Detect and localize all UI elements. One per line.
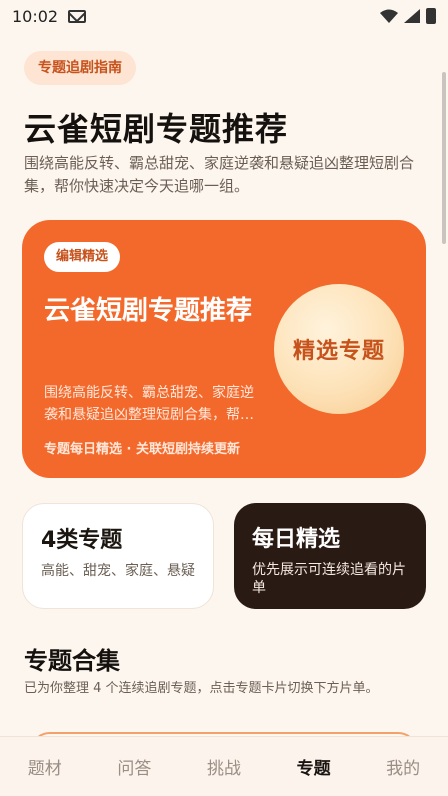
- stat-title: 4类专题: [41, 528, 123, 553]
- mail-icon: [68, 9, 87, 23]
- stat-subtitle: 高能、甜宠、家庭、悬疑: [41, 563, 195, 579]
- stat-card-daily[interactable]: 每日精选 优先展示可连续追看的片单: [234, 503, 426, 609]
- nav-tab-qa[interactable]: 问答: [90, 754, 180, 779]
- page-description: 围绕高能反转、霸总甜宠、家庭逆袭和悬疑追凶整理短剧合集，帮你快速决定今天追哪一组…: [24, 154, 415, 195]
- page-title: 云雀短剧专题推荐: [24, 110, 289, 148]
- featured-topic-circle[interactable]: 精选专题: [274, 284, 404, 414]
- signal-icon: [404, 9, 420, 23]
- hero-title: 云雀短剧专题推荐: [44, 296, 253, 326]
- status-icons: [380, 8, 436, 24]
- nav-tab-challenge[interactable]: 挑战: [179, 754, 269, 779]
- battery-icon: [426, 8, 436, 24]
- bottom-nav: 题材 问答 挑战 专题 我的: [0, 736, 448, 796]
- stat-subtitle: 优先展示可连续追看的片单: [252, 562, 406, 596]
- nav-tab-topics[interactable]: 专题: [269, 754, 359, 779]
- scrollbar[interactable]: [442, 72, 446, 244]
- wifi-icon: [380, 9, 398, 23]
- guide-chip: 专题追剧指南: [24, 51, 136, 85]
- stat-card-categories[interactable]: 4类专题 高能、甜宠、家庭、悬疑: [22, 503, 214, 609]
- status-time: 10:02: [12, 6, 59, 26]
- scroll-content[interactable]: 专题追剧指南 云雀短剧专题推荐 围绕高能反转、霸总甜宠、家庭逆袭和悬疑追凶整理短…: [0, 32, 448, 736]
- status-bar: 10:02: [0, 0, 448, 32]
- nav-tab-genre[interactable]: 题材: [0, 754, 90, 779]
- stat-title: 每日精选: [252, 527, 341, 552]
- section-title: 专题合集: [24, 647, 120, 675]
- section-description: 已为你整理 4 个连续追剧专题，点击专题卡片切换下方片单。: [24, 681, 379, 696]
- hero-footer: 专题每日精选 · 关联短剧持续更新: [44, 442, 240, 457]
- featured-topic-label: 精选专题: [292, 339, 385, 364]
- editor-pick-badge: 编辑精选: [44, 242, 121, 272]
- hero-description: 围绕高能反转、霸总甜宠、家庭逆袭和悬疑追凶整理短剧合集，帮你快速决定今天追哪一组…: [44, 385, 254, 423]
- hero-card[interactable]: 编辑精选 云雀短剧专题推荐 围绕高能反转、霸总甜宠、家庭逆袭和悬疑追凶整理短剧合…: [22, 220, 426, 478]
- nav-tab-mine[interactable]: 我的: [358, 754, 448, 779]
